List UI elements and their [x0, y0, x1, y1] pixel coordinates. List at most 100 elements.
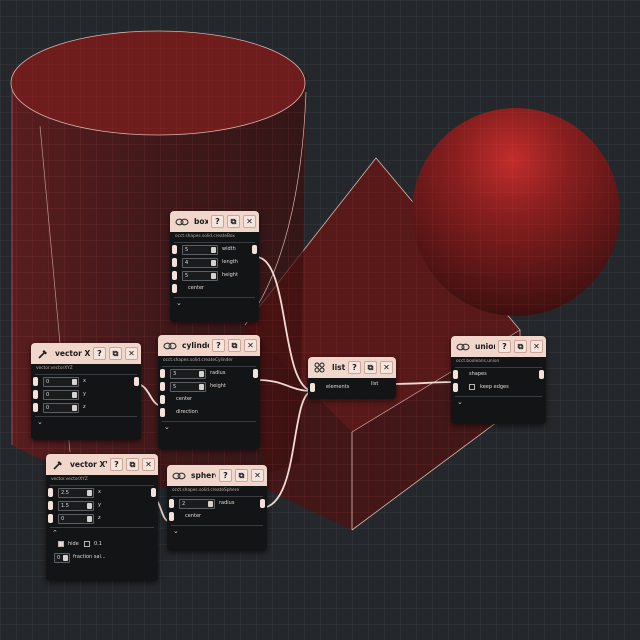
close-button[interactable]: ✕ — [251, 469, 264, 482]
y-input-port[interactable] — [48, 501, 53, 510]
node-header[interactable]: cylinder ? ⧉ ✕ — [158, 335, 260, 356]
box-node[interactable]: box ? ⧉ ✕ occt.shapes.solid.createBox 5 … — [170, 211, 259, 322]
radius-field[interactable]: 2 — [179, 499, 215, 509]
cylinder-node[interactable]: cylinder ? ⧉ ✕ occt.shapes.solid.createC… — [158, 335, 260, 449]
node-title: box — [194, 217, 208, 226]
node-header[interactable]: vector XYZ ? ⧉ ✕ — [46, 454, 158, 475]
help-button[interactable]: ? — [93, 347, 106, 360]
vector-output-port[interactable] — [134, 377, 139, 386]
close-button[interactable]: ✕ — [530, 340, 543, 353]
spinner-icon[interactable] — [211, 273, 216, 279]
shapes-input-port[interactable] — [453, 370, 458, 379]
help-button[interactable]: ? — [212, 339, 225, 352]
copy-button[interactable]: ⧉ — [227, 215, 240, 228]
radius-input-port[interactable] — [169, 499, 174, 508]
chevron-up-icon[interactable]: ⌃ — [46, 528, 158, 538]
fraction-stepper[interactable]: 0 — [54, 553, 70, 563]
copy-button[interactable]: ⧉ — [514, 340, 527, 353]
spinner-icon[interactable] — [72, 405, 77, 411]
x-field[interactable]: 2.5 — [58, 488, 94, 498]
close-button[interactable]: ✕ — [380, 361, 393, 374]
help-button[interactable]: ? — [211, 215, 224, 228]
close-button[interactable]: ✕ — [142, 458, 155, 471]
keep-edges-checkbox[interactable] — [469, 384, 475, 390]
copy-button[interactable]: ⧉ — [126, 458, 139, 471]
width-field[interactable]: 5 — [182, 245, 218, 255]
union-output-port[interactable] — [539, 370, 544, 379]
node-header[interactable]: list ? ⧉ ✕ — [308, 357, 396, 378]
help-button[interactable]: ? — [219, 469, 232, 482]
union-node[interactable]: union ? ⧉ ✕ occt.booleans.union shapes k… — [451, 336, 546, 424]
elements-input-port[interactable] — [310, 383, 315, 392]
height-input-port[interactable] — [172, 271, 177, 280]
y-field[interactable]: 1.5 — [58, 501, 94, 511]
sphere-output-port[interactable] — [260, 499, 265, 508]
z-field[interactable]: 0 — [43, 403, 79, 413]
copy-button[interactable]: ⧉ — [109, 347, 122, 360]
help-button[interactable]: ? — [498, 340, 511, 353]
center-input-port[interactable] — [160, 395, 165, 404]
vector-xyz-node[interactable]: vector XYZ ? ⧉ ✕ vector.vectorXYZ 2.5 x … — [46, 454, 158, 581]
z-field[interactable]: 0 — [58, 514, 94, 524]
close-button[interactable]: ✕ — [125, 347, 138, 360]
vector-xyz-node[interactable]: vector XYZ ? ⧉ ✕ vector.vectorXYZ 0 x 0 … — [31, 343, 141, 440]
spinner-icon[interactable] — [72, 379, 77, 385]
length-field[interactable]: 4 — [182, 258, 218, 268]
help-button[interactable]: ? — [110, 458, 123, 471]
elements-row: elements list — [308, 381, 396, 394]
z-input-port[interactable] — [48, 514, 53, 523]
copy-button[interactable]: ⧉ — [364, 361, 377, 374]
close-button[interactable]: ✕ — [243, 215, 256, 228]
chevron-down-icon[interactable]: ⌄ — [167, 526, 267, 536]
close-button[interactable]: ✕ — [244, 339, 257, 352]
box-output-port[interactable] — [252, 245, 257, 254]
cylinder-output-port[interactable] — [253, 369, 258, 378]
height-field[interactable]: 5 — [170, 382, 206, 392]
spinner-icon[interactable] — [208, 501, 213, 507]
option-checkbox[interactable] — [84, 541, 90, 547]
center-input-port[interactable] — [172, 284, 177, 293]
spinner-icon[interactable] — [87, 516, 92, 522]
spinner-icon[interactable] — [199, 371, 204, 377]
copy-button[interactable]: ⧉ — [228, 339, 241, 352]
chevron-down-icon[interactable]: ⌄ — [158, 422, 260, 432]
height-input-port[interactable] — [160, 382, 165, 391]
spinner-icon[interactable] — [211, 260, 216, 266]
x-input-port[interactable] — [33, 377, 38, 386]
radius-field[interactable]: 3 — [170, 369, 206, 379]
node-header[interactable]: sphere ? ⧉ ✕ — [167, 465, 267, 486]
list-node[interactable]: list ? ⧉ ✕ elements list — [308, 357, 396, 399]
node-description: vector.vectorXYZ — [51, 477, 88, 482]
chevron-down-icon[interactable]: ⌄ — [451, 397, 546, 407]
copy-button[interactable]: ⧉ — [235, 469, 248, 482]
x-field[interactable]: 0 — [43, 377, 79, 387]
y-input-port[interactable] — [33, 390, 38, 399]
x-input-port[interactable] — [48, 488, 53, 497]
node-header[interactable]: box ? ⧉ ✕ — [170, 211, 259, 232]
keep-edges-label: keep edges — [480, 384, 509, 390]
length-input-port[interactable] — [172, 258, 177, 267]
spinner-icon[interactable] — [63, 555, 68, 561]
spinner-icon[interactable] — [211, 247, 216, 253]
spinner-icon[interactable] — [87, 503, 92, 509]
spinner-icon[interactable] — [72, 392, 77, 398]
node-header[interactable]: vector XYZ ? ⧉ ✕ — [31, 343, 141, 364]
chevron-down-icon[interactable]: ⌄ — [31, 417, 141, 427]
node-header[interactable]: union ? ⧉ ✕ — [451, 336, 546, 357]
width-input-port[interactable] — [172, 245, 177, 254]
help-button[interactable]: ? — [348, 361, 361, 374]
spinner-icon[interactable] — [87, 490, 92, 496]
center-input-port[interactable] — [169, 512, 174, 521]
chevron-down-icon[interactable]: ⌄ — [170, 298, 259, 308]
spinner-icon[interactable] — [199, 384, 204, 390]
height-field[interactable]: 5 — [182, 271, 218, 281]
hide-checkbox[interactable] — [58, 541, 64, 547]
center-row: center — [170, 282, 259, 295]
keep-edges-input-port[interactable] — [453, 383, 458, 392]
direction-input-port[interactable] — [160, 408, 165, 417]
z-input-port[interactable] — [33, 403, 38, 412]
vector-output-port[interactable] — [151, 488, 156, 497]
y-field[interactable]: 0 — [43, 390, 79, 400]
radius-input-port[interactable] — [160, 369, 165, 378]
sphere-node[interactable]: sphere ? ⧉ ✕ occt.shapes.solid.createSph… — [167, 465, 267, 551]
